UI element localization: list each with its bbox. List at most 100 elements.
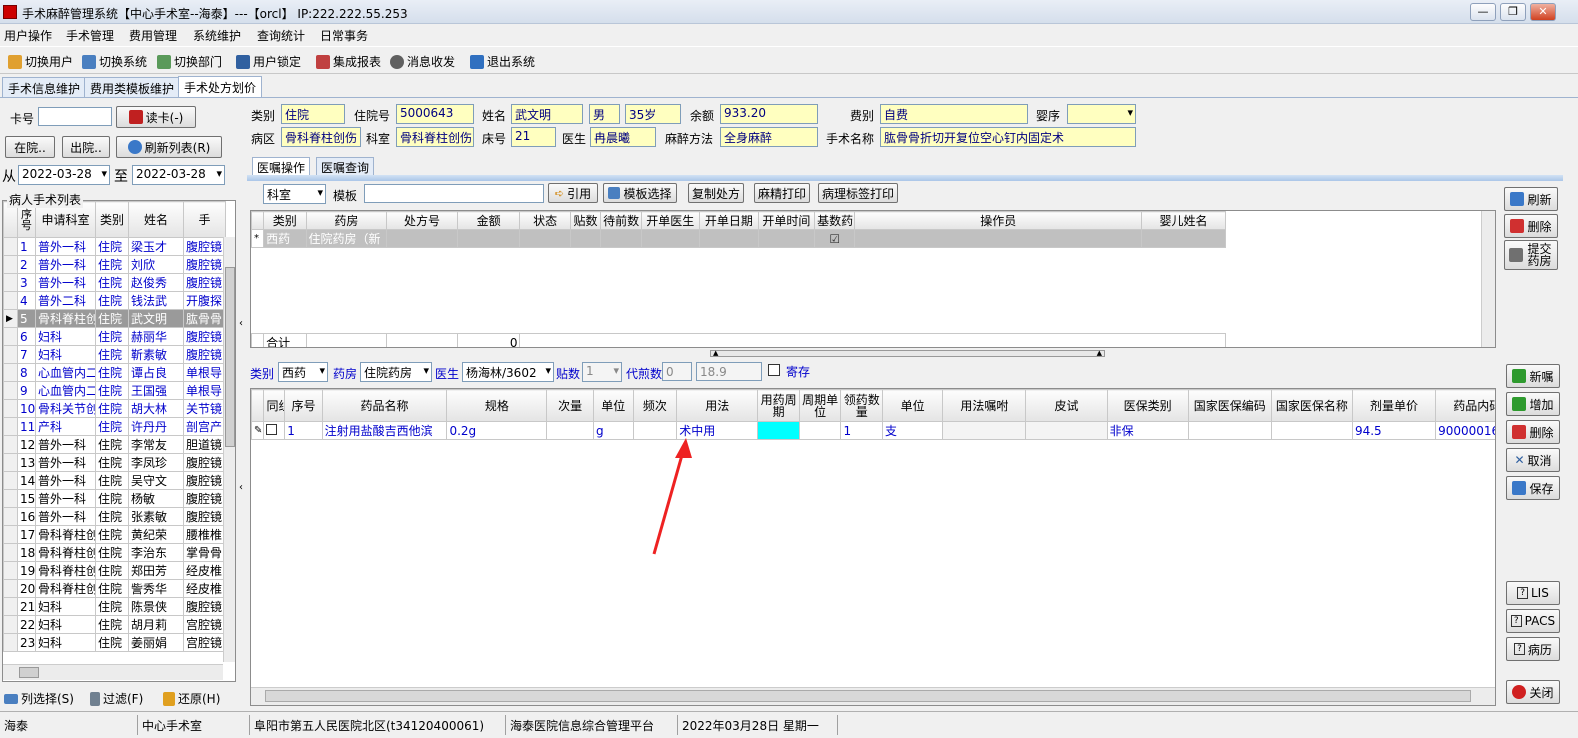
close-panel-button[interactable]: 关闭 — [1506, 680, 1560, 704]
deposit-checkbox[interactable] — [768, 364, 780, 376]
patient-row[interactable]: 15 普外一科 住院 杨敏 腹腔镜 — [3, 489, 226, 508]
upper-col-8[interactable]: 开单日期 — [699, 211, 759, 230]
column-select-button[interactable]: 列选择(S) — [4, 690, 74, 707]
new-order-button[interactable]: 新嘱 — [1506, 364, 1560, 388]
upper-col-11[interactable]: 操作员 — [854, 211, 1143, 230]
upper-col-10[interactable]: 基数药 — [814, 211, 856, 230]
same-group-checkbox[interactable] — [266, 423, 278, 435]
name-field[interactable]: 武文明 — [511, 104, 583, 124]
lower-cell-0[interactable] — [263, 421, 286, 440]
lower-cell-15[interactable] — [1187, 421, 1272, 440]
patient-list-vscrollbar[interactable] — [223, 237, 235, 662]
patient-list-hscrollbar[interactable] — [3, 664, 223, 680]
upper-col-4[interactable]: 状态 — [519, 211, 571, 230]
price-input[interactable] — [696, 362, 762, 381]
submit-pharmacy-button[interactable]: 提交药房 — [1504, 240, 1558, 270]
restore-list-button[interactable]: 还原(H) — [163, 690, 220, 707]
dept-field[interactable]: 骨科脊柱创伤 — [396, 127, 474, 147]
lower-col-5[interactable]: 单位 — [593, 389, 634, 422]
upper-cell-4[interactable] — [519, 229, 571, 248]
upper-col-12[interactable]: 婴儿姓名 — [1141, 211, 1226, 230]
pacs-button[interactable]: ? PACS — [1506, 609, 1560, 633]
patient-row[interactable]: 14 普外一科 住院 吴守文 腹腔镜 — [3, 471, 226, 490]
upper-cell-0[interactable]: 西药 — [263, 229, 307, 248]
menu-system[interactable]: 系统维护 — [193, 27, 241, 44]
fee-type-field[interactable]: 自费 — [880, 104, 1028, 124]
lower-col-17[interactable]: 剂量单价 — [1351, 389, 1437, 422]
patient-row[interactable]: 13 普外一科 住院 李凤珍 腹腔镜 — [3, 453, 226, 472]
close-button[interactable]: ✕ — [1530, 3, 1556, 21]
col-surgery[interactable]: 手 — [183, 201, 226, 238]
patient-row[interactable]: 7 妇科 住院 靳素敏 腹腔镜 — [3, 345, 226, 364]
baby-seq-select[interactable] — [1067, 104, 1136, 124]
lower-cell-10[interactable]: 1 — [840, 421, 884, 440]
lower-cell-2[interactable]: 注射用盐酸吉西他滨 — [321, 421, 448, 440]
upper-col-9[interactable]: 开单时间 — [757, 211, 816, 230]
lower-col-13[interactable]: 皮试 — [1025, 389, 1108, 422]
in-hospital-button[interactable]: 在院.. — [5, 136, 55, 158]
cancel-button[interactable]: ✕ 取消 — [1506, 448, 1560, 472]
minimize-button[interactable]: — — [1470, 3, 1496, 21]
lower-grid-hscrollbar[interactable] — [251, 687, 1495, 705]
upper-cell-9[interactable] — [757, 229, 816, 248]
tab-prescription[interactable]: 手术处方划价 — [178, 76, 263, 98]
patient-row[interactable]: 1 普外一科 住院 梁玉才 腹腔镜 — [3, 237, 226, 256]
patient-row[interactable]: 21 妇科 住院 陈景侠 腹腔镜 — [3, 597, 226, 616]
cite-button[interactable]: ➪ 引用 — [548, 183, 598, 203]
copy-prescription-button[interactable]: 复制处方 — [688, 183, 744, 203]
lower-col-1[interactable]: 序号 — [284, 389, 323, 422]
lower-cell-18[interactable]: 9000001602 — [1435, 421, 1495, 440]
switch-user-button[interactable]: 切换用户 — [8, 53, 73, 70]
hscroll-thumb[interactable] — [19, 667, 39, 678]
restore-button[interactable]: ❐ — [1500, 3, 1526, 21]
splitter-handle[interactable]: ▲ ▲ — [710, 350, 1105, 357]
upper-col-7[interactable]: 开单医生 — [640, 211, 701, 230]
upper-cell-2[interactable] — [386, 229, 458, 248]
col-type[interactable]: 类别 — [95, 201, 129, 238]
upper-cell-7[interactable] — [640, 229, 701, 248]
card-no-input[interactable] — [38, 107, 112, 126]
sex-field[interactable]: 男 — [589, 104, 620, 124]
patient-row[interactable]: 3 普外一科 住院 赵俊秀 腹腔镜 — [3, 273, 226, 292]
upper-col-0[interactable]: 类别 — [263, 211, 307, 230]
read-card-button[interactable]: 读卡(-) — [116, 106, 196, 128]
patient-row[interactable]: 22 妇科 住院 胡月莉 宫腔镜 — [3, 615, 226, 634]
patient-row[interactable]: 16 普外一科 住院 张素敏 腹腔镜 — [3, 507, 226, 526]
delete-row-button[interactable]: 删除 — [1506, 420, 1560, 444]
doctor-field[interactable]: 冉晨曦 — [590, 127, 656, 147]
lower-col-8[interactable]: 用药周期 — [757, 389, 800, 422]
save-button[interactable]: 保存 — [1506, 476, 1560, 500]
lower-cell-16[interactable] — [1270, 421, 1353, 440]
patient-row[interactable]: 6 妇科 住院 赫丽华 腹腔镜 — [3, 327, 226, 346]
patient-row[interactable]: 2 普外一科 住院 刘欣 腹腔镜 — [3, 255, 226, 274]
upper-cell-10[interactable]: ☑ — [814, 229, 856, 248]
patient-row[interactable]: 20 骨科脊柱创 住院 訾秀华 经皮椎 — [3, 579, 226, 598]
lower-col-16[interactable]: 国家医保名称 — [1270, 389, 1353, 422]
lower-col-9[interactable]: 周期单位 — [798, 389, 842, 422]
patient-row[interactable]: 8 心血管内二 住院 谭占良 单根导 — [3, 363, 226, 382]
tie-count-stepper[interactable]: 1 — [582, 362, 622, 382]
collapse-left-arrow[interactable]: ‹ — [239, 318, 247, 334]
menu-user-ops[interactable]: 用户操作 — [4, 27, 52, 44]
upper-cell-1[interactable]: 住院药房（新 — [305, 229, 388, 248]
lower-col-14[interactable]: 医保类别 — [1106, 389, 1189, 422]
lock-user-button[interactable]: 用户锁定 — [236, 53, 301, 70]
anes-print-button[interactable]: 麻精打印 — [754, 183, 810, 203]
lower-col-6[interactable]: 频次 — [632, 389, 678, 422]
patient-row[interactable]: 11 产科 住院 许丹丹 剖宫产 — [3, 417, 226, 436]
inpatient-no-field[interactable]: 5000643 — [396, 104, 474, 124]
lower-col-15[interactable]: 国家医保编码 — [1187, 389, 1272, 422]
upper-col-5[interactable]: 贴数 — [569, 211, 602, 230]
upper-cell-11[interactable] — [854, 229, 1143, 248]
upper-cell-3[interactable] — [456, 229, 521, 248]
medical-record-button[interactable]: ? 病历 — [1506, 637, 1560, 661]
discharged-button[interactable]: 出院.. — [62, 136, 110, 158]
detail-type-select[interactable]: 西药 — [278, 362, 328, 382]
lis-button[interactable]: ? LIS — [1506, 581, 1560, 605]
upper-cell-6[interactable] — [600, 229, 642, 248]
from-date-picker[interactable]: 2022-03-28 — [18, 165, 110, 185]
lower-col-10[interactable]: 领药数量 — [840, 389, 884, 422]
upper-col-1[interactable]: 药房 — [305, 211, 388, 230]
tab-order-ops[interactable]: 医嘱操作 — [252, 157, 311, 177]
lower-cell-1[interactable]: 1 — [284, 421, 323, 440]
